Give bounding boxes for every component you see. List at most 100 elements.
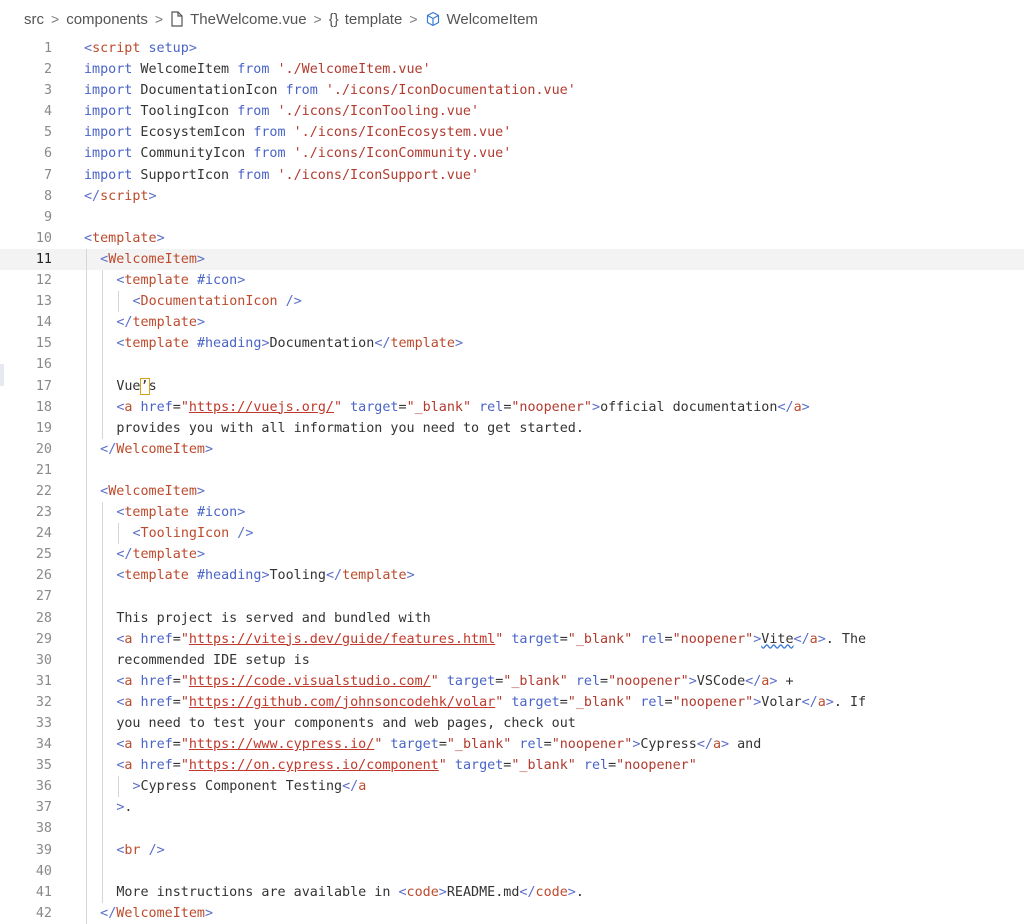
code-text: </template> bbox=[116, 312, 205, 333]
code-token: = bbox=[172, 758, 181, 774]
breadcrumb-item-components[interactable]: components bbox=[66, 11, 148, 28]
code-line[interactable]: 4 import ToolingIcon from './icons/IconTo… bbox=[0, 101, 1024, 122]
code-line[interactable]: 28 This project is served and bundled wit… bbox=[0, 607, 1024, 629]
indent-guide bbox=[102, 333, 104, 355]
code-editor[interactable]: 1 <script setup> 2 import WelcomeItem from … bbox=[0, 38, 1024, 924]
code-line[interactable]: 34 <a href="https://www.cypress.io/" targ… bbox=[0, 734, 1024, 756]
code-token: Vite bbox=[761, 631, 794, 647]
code-token: href bbox=[132, 673, 173, 689]
code-token: setup bbox=[140, 41, 189, 56]
code-text: import DocumentationIcon from './icons/I… bbox=[84, 80, 576, 101]
breadcrumb-item-template[interactable]: template bbox=[345, 11, 403, 28]
code-token: </ bbox=[696, 737, 713, 753]
line-number: 9 bbox=[43, 209, 52, 225]
code-line[interactable]: 38 bbox=[0, 818, 1024, 840]
code-line[interactable]: 19 provides you with all information you … bbox=[0, 417, 1024, 439]
code-text: <a href="https://vuejs.org/" target="_bl… bbox=[116, 397, 809, 418]
code-line[interactable]: 33 you need to test your components and w… bbox=[0, 713, 1024, 735]
code-line[interactable]: 30 recommended IDE setup is bbox=[0, 649, 1024, 671]
code-token: target bbox=[446, 758, 504, 774]
code-line[interactable]: 8 </script> bbox=[0, 186, 1024, 207]
code-line[interactable]: 40 bbox=[0, 860, 1024, 882]
code-line[interactable]: 36 >Cypress Component Testing</a bbox=[0, 776, 1024, 798]
code-text: <WelcomeItem> bbox=[100, 249, 205, 270]
code-line[interactable]: 9 bbox=[0, 207, 1024, 228]
code-line[interactable]: 35 <a href="https://on.cypress.io/compone… bbox=[0, 755, 1024, 777]
breadcrumb-item-src[interactable]: src bbox=[24, 11, 44, 28]
line-number: 18 bbox=[35, 399, 52, 415]
indent-guide bbox=[102, 354, 104, 376]
code-token: > bbox=[406, 568, 415, 584]
code-token[interactable]: https://github.com/johnsoncodehk/volar bbox=[189, 695, 495, 710]
code-line[interactable]: 41 More instructions are available in <co… bbox=[0, 881, 1024, 903]
line-number: 33 bbox=[35, 716, 52, 731]
code-line[interactable]: 31 <a href="https://code.visualstudio.com… bbox=[0, 670, 1024, 692]
code-line[interactable]: 12 <template #icon> bbox=[0, 270, 1024, 292]
code-token: > bbox=[156, 230, 165, 246]
code-token: WelcomeItem bbox=[132, 62, 238, 78]
code-token: rel bbox=[632, 631, 665, 647]
code-line[interactable]: 26 <template #heading>Tooling</template> bbox=[0, 565, 1024, 587]
code-line[interactable]: 13 <DocumentationIcon /> bbox=[0, 291, 1024, 313]
code-token: template bbox=[124, 568, 189, 584]
code-line[interactable]: 15 <template #heading>Documentation</temp… bbox=[0, 333, 1024, 355]
code-line[interactable]: 23 <template #icon> bbox=[0, 502, 1024, 524]
code-token: WelcomeItem bbox=[116, 905, 205, 921]
code-token: VSCode bbox=[696, 673, 746, 689]
code-line[interactable]: 22 <WelcomeItem> bbox=[0, 480, 1024, 503]
code-line[interactable]: 42 </WelcomeItem> bbox=[0, 902, 1024, 924]
code-token: ’ bbox=[139, 377, 150, 395]
code-token: </ bbox=[100, 441, 117, 457]
code-line[interactable]: 25 </template> bbox=[0, 544, 1024, 566]
code-line[interactable]: 21 bbox=[0, 459, 1024, 481]
code-line[interactable]: 10 <template> bbox=[0, 228, 1024, 249]
code-token[interactable]: https://code.visualstudio.com/ bbox=[189, 674, 431, 689]
code-token: "_blank" bbox=[503, 673, 568, 689]
code-token: target bbox=[382, 737, 439, 753]
code-token: from bbox=[237, 104, 270, 120]
line-number: 27 bbox=[35, 589, 52, 605]
code-token[interactable]: https://on.cypress.io/component bbox=[189, 758, 439, 773]
breadcrumb-item-file[interactable]: TheWelcome.vue bbox=[190, 11, 306, 28]
code-line[interactable]: 3 import DocumentationIcon from './icons/… bbox=[0, 80, 1024, 101]
code-token: Tooling bbox=[269, 568, 326, 584]
code-text: you need to test your components and web… bbox=[116, 713, 576, 734]
code-token[interactable]: https://www.cypress.io/ bbox=[189, 737, 374, 752]
code-line[interactable]: 27 bbox=[0, 586, 1024, 608]
code-token[interactable]: https://vuejs.org/ bbox=[189, 400, 334, 415]
code-token: from bbox=[285, 83, 318, 99]
breadcrumb-item-welcomeitem[interactable]: WelcomeItem bbox=[447, 11, 538, 28]
code-line[interactable]: 2 import WelcomeItem from './WelcomeItem.… bbox=[0, 59, 1024, 80]
code-line[interactable]: 20 </WelcomeItem> bbox=[0, 438, 1024, 460]
code-line[interactable]: 39 <br /> bbox=[0, 839, 1024, 861]
indent-guide bbox=[86, 691, 87, 713]
code-line[interactable]: 5 import EcosystemIcon from './icons/Icon… bbox=[0, 122, 1024, 143]
line-number: 5 bbox=[43, 125, 52, 141]
code-token: > bbox=[688, 673, 697, 689]
indent-guide bbox=[86, 291, 87, 313]
code-line[interactable]: 1 <script setup> bbox=[0, 38, 1024, 59]
code-line[interactable]: 7 import SupportIcon from './icons/IconSu… bbox=[0, 165, 1024, 186]
code-line[interactable]: 6 import CommunityIcon from './icons/Icon… bbox=[0, 143, 1024, 164]
code-line[interactable]: 16 bbox=[0, 354, 1024, 376]
code-line[interactable]: 32 <a href="https://github.com/johnsoncod… bbox=[0, 691, 1024, 713]
code-token: rel bbox=[632, 694, 665, 710]
code-token: href bbox=[132, 631, 173, 647]
code-token: provides you with all information you ne… bbox=[116, 420, 584, 436]
code-token: </ bbox=[84, 188, 101, 204]
code-line[interactable]: 17 Vue’s bbox=[0, 375, 1024, 397]
code-line[interactable]: 24 <ToolingIcon /> bbox=[0, 523, 1024, 545]
code-line[interactable]: 37 >. bbox=[0, 797, 1024, 819]
code-line[interactable]: 14 </template> bbox=[0, 312, 1024, 334]
code-token: = bbox=[608, 758, 617, 774]
code-token: = bbox=[600, 673, 609, 689]
code-token: s bbox=[148, 378, 157, 394]
code-line[interactable]: 18 <a href="https://vuejs.org/" target="_… bbox=[0, 396, 1024, 418]
code-token[interactable]: https://vitejs.dev/guide/features.html bbox=[189, 632, 495, 647]
code-line[interactable]: 29 <a href="https://vitejs.dev/guide/feat… bbox=[0, 628, 1024, 650]
code-text: <template> bbox=[84, 228, 165, 249]
code-line[interactable]: 11 <WelcomeItem> bbox=[0, 248, 1024, 271]
code-token: > bbox=[237, 505, 246, 521]
